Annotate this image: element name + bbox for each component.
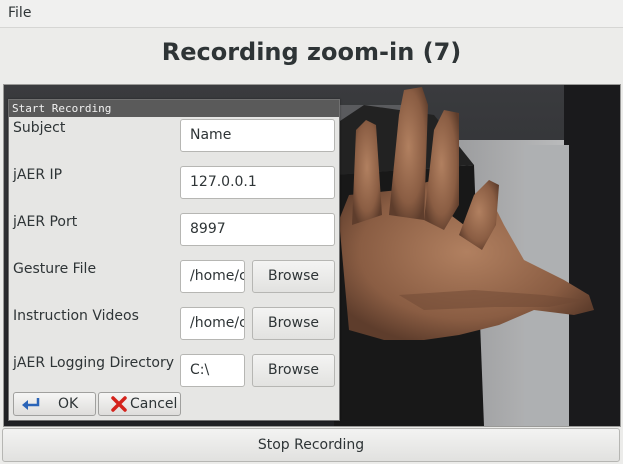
jaer-ip-input[interactable]: 127.0.0.1 xyxy=(180,166,335,199)
subject-label: Subject xyxy=(13,120,66,136)
jaer-port-input[interactable]: 8997 xyxy=(180,213,335,246)
instruction-videos-label: Instruction Videos xyxy=(13,308,139,324)
subject-input[interactable]: Name xyxy=(180,119,335,152)
jaer-ip-label: jAER IP xyxy=(13,167,63,183)
dialog-title: Start Recording xyxy=(9,100,339,117)
start-recording-dialog: Start Recording Subject Name jAER IP 127… xyxy=(8,99,340,421)
instruction-videos-browse-button[interactable]: Browse xyxy=(252,307,335,340)
logging-directory-browse-button[interactable]: Browse xyxy=(252,354,335,387)
logging-directory-input[interactable]: C:\ xyxy=(180,354,245,387)
cancel-button[interactable]: Cancel xyxy=(98,392,181,416)
jaer-port-label: jAER Port xyxy=(13,214,78,230)
gesture-file-label: Gesture File xyxy=(13,261,97,277)
instruction-videos-input[interactable]: /home/c xyxy=(180,307,245,340)
ok-button[interactable]: OK xyxy=(13,392,96,416)
gesture-file-browse-button[interactable]: Browse xyxy=(252,260,335,293)
cancel-x-icon xyxy=(111,396,127,412)
logging-directory-label: jAER Logging Directory xyxy=(13,355,175,371)
menubar: File xyxy=(0,0,623,28)
enter-arrow-icon xyxy=(22,398,40,410)
gesture-file-input[interactable]: /home/c xyxy=(180,260,245,293)
page-title: Recording zoom-in (7) xyxy=(161,38,462,66)
stop-recording-button[interactable]: Stop Recording xyxy=(2,428,620,462)
ok-label: OK xyxy=(58,396,79,412)
menu-file[interactable]: File xyxy=(8,5,31,21)
cancel-label: Cancel xyxy=(130,396,178,412)
